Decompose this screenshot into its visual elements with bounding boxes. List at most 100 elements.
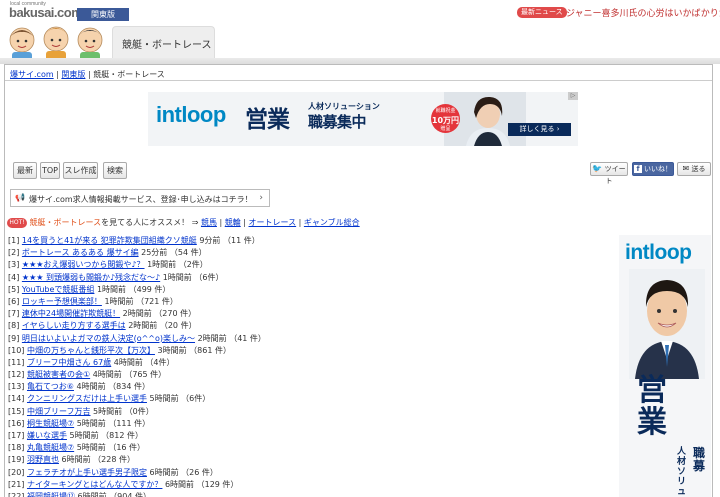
thread-title-link[interactable]: 嫌いな選手 <box>27 431 67 440</box>
thread-list-item: [22] 福岡競艇場⑫ 6時間前 （904 件） <box>8 491 608 497</box>
hot-badge: HOT! <box>7 217 27 228</box>
category-tab[interactable]: 競艇・ボートレース <box>112 26 215 58</box>
thread-title-link[interactable]: 羽野直也 <box>27 455 59 464</box>
thread-number: [19] <box>8 455 25 465</box>
thread-title-link[interactable]: YouTubeで競艇番組 <box>22 285 95 294</box>
region-selector[interactable]: 関東版 <box>77 8 129 21</box>
create-thread-button[interactable]: スレ作成 <box>63 162 98 179</box>
thread-title-link[interactable]: ★★★ 到頭爆弱も閲鍛か♪残念だな～♪ <box>22 273 160 282</box>
thread-updated-time: 4時間前 <box>113 357 143 367</box>
thread-title-link[interactable]: ロッキー予想倶楽部！ <box>22 297 102 306</box>
breadcrumb-current: 競艇・ボートレース <box>93 70 165 79</box>
ad-brand-logo: intloop <box>156 102 226 127</box>
thread-post-count: （861 件） <box>189 345 231 355</box>
thread-post-count: （270 件） <box>154 309 197 319</box>
thread-title-link[interactable]: ブリーフ中畑さん 67歳 <box>27 358 111 367</box>
thread-title-link[interactable]: 丸亀競艇場⑦ <box>27 443 74 452</box>
thread-list-item: [4] ★★★ 到頭爆弱も閲鍛か♪残念だな～♪ 1時間前 （6件） <box>8 272 608 284</box>
thread-number: [14] <box>8 394 25 404</box>
latest-button[interactable]: 最新 <box>13 162 37 179</box>
thread-post-count: （16 件） <box>108 443 146 453</box>
thread-title-link[interactable]: ★★★おえ爆弱いつから閲鍛や♪？ <box>22 260 145 269</box>
thread-list-item: [5] YouTubeで競艇番組 1時間前 （499 件） <box>8 284 608 296</box>
thread-list-item: [7] 連休中24場開催詐欺競艇！ 2時間前 （270 件） <box>8 308 608 320</box>
thread-post-count: （499 件） <box>128 284 171 294</box>
thread-number: [17] <box>8 431 25 440</box>
thread-title-link[interactable]: イヤらしい走り方する選手は <box>22 321 126 330</box>
thread-title-link[interactable]: 桐生競艇場⑦ <box>27 419 74 428</box>
thread-number: [9] <box>8 333 20 343</box>
thread-updated-time: 1時間前 <box>104 296 134 306</box>
ad-details-button[interactable]: 詳しく見る › <box>508 123 571 136</box>
ad-info-icon[interactable]: ▷ <box>568 92 578 100</box>
thread-updated-time: 4時間前 <box>76 382 106 392</box>
thread-title-link[interactable]: 亀石てつお⑥ <box>27 382 74 391</box>
breadcrumb: 爆サイ.com | 関東版 | 競艇・ボートレース <box>10 70 165 79</box>
thread-updated-time: 2時間前 <box>197 333 227 343</box>
ad-headline: 営業 <box>245 107 290 133</box>
thread-number: [1] <box>8 236 20 245</box>
megaphone-icon: 📢 <box>15 193 25 202</box>
thread-updated-time: 4時間前 <box>92 370 122 380</box>
thread-updated-time: 5時間前 <box>76 418 106 428</box>
thread-number: [4] <box>8 272 20 282</box>
banner-ad[interactable]: intloop 営業 人材ソリューション 職募集中 就職祝金 10万円 贈呈 詳… <box>148 92 578 146</box>
thread-number: [21] <box>8 479 25 489</box>
search-button[interactable]: 検索 <box>103 162 127 179</box>
main-content: 爆サイ.com | 関東版 | 競艇・ボートレース intloop 営業 人材ソ… <box>4 64 713 497</box>
thread-post-count: （41 件） <box>229 333 266 343</box>
thread-title-link[interactable]: ナイターキングとはどんな人ですか？ <box>27 480 162 489</box>
thread-updated-time: 1時間前 <box>147 260 177 270</box>
top-button[interactable]: TOP <box>40 162 60 179</box>
thread-title-link[interactable]: 連休中24場開催詐欺競艇！ <box>22 309 120 318</box>
thread-post-count: （812 件） <box>101 431 143 440</box>
thread-title-link[interactable]: 競艇被害者の会① <box>27 370 90 379</box>
sidebar-ad-headline: 営業 <box>637 373 667 440</box>
thread-number: [3] <box>8 260 20 270</box>
thread-list-item: [21] ナイターキングとはどんな人ですか？ 6時間前 （129 件） <box>8 479 608 491</box>
thread-list-item: [16] 桐生競艇場⑦ 5時間前 （111 件） <box>8 418 608 430</box>
recommend-link-keirin[interactable]: 競輪 <box>225 218 241 227</box>
thread-post-count: （228 件） <box>93 455 135 465</box>
tweet-button[interactable]: 🐦 ツイート <box>590 162 628 185</box>
thread-title-link[interactable]: 中畑ブリーフ万吉 <box>27 407 91 416</box>
thread-title-link[interactable]: 14を買うと41が来る 犯罪詐欺集団組織クソ競艇 <box>22 236 197 245</box>
thread-number: [8] <box>8 321 20 331</box>
jobs-service-text: 爆サイ.com求人情報掲載サービス、登録･申し込みはコチラ！ <box>29 195 253 204</box>
breadcrumb-region[interactable]: 関東版 <box>61 70 85 79</box>
twitter-bird-icon: 🐦 <box>592 164 603 173</box>
thread-post-count: （4件） <box>145 357 175 367</box>
thread-updated-time: 5時間前 <box>93 406 123 416</box>
thread-list-item: [15] 中畑ブリーフ万吉 5時間前 （0件） <box>8 406 608 418</box>
thread-updated-time: 2時間前 <box>128 321 158 331</box>
recommend-link-keiba[interactable]: 競馬 <box>201 218 217 227</box>
jobs-service-link[interactable]: 📢 爆サイ.com求人情報掲載サービス、登録･申し込みはコチラ！ › <box>10 189 270 207</box>
news-ticker-link[interactable]: ジャニー喜多川氏の心労はいかばかりか… <box>566 6 720 19</box>
thread-number: [13] <box>8 382 25 392</box>
recommend-link-gamble[interactable]: ギャンブル総合 <box>304 218 360 227</box>
thread-number: [22] <box>8 491 25 497</box>
thread-title-link[interactable]: クンニリングスだけは上手い選手 <box>27 394 147 403</box>
sidebar-ad[interactable]: intloop 営業 人材ソリュ 職募 <box>619 235 711 497</box>
thread-updated-time: 3時間前 <box>157 345 187 355</box>
ad-bonus-suffix: 贈呈 <box>440 126 451 132</box>
send-button[interactable]: ✉ 送る <box>677 162 711 176</box>
sidebar-ad-brand-logo: intloop <box>625 241 692 264</box>
thread-post-count: （6件） <box>194 272 224 282</box>
ad-bonus-badge: 就職祝金 10万円 贈呈 <box>431 104 460 133</box>
thread-updated-time: 2時間前 <box>122 309 152 319</box>
thread-title-link[interactable]: 明日はいよいよガマの鉄人決定(o^^o)楽しみ～ <box>22 334 195 343</box>
breadcrumb-home[interactable]: 爆サイ.com <box>10 70 54 79</box>
thread-post-count: （721 件） <box>136 296 178 306</box>
thread-title-link[interactable]: 福岡競艇場⑫ <box>27 492 75 497</box>
thread-list-item: [8] イヤらしい走り方する選手は 2時間前 （20 件） <box>8 320 608 332</box>
thread-list-item: [13] 亀石てつお⑥ 4時間前 （834 件） <box>8 381 608 393</box>
thread-number: [16] <box>8 418 25 428</box>
thread-list-item: [14] クンニリングスだけは上手い選手 5時間前 （6件） <box>8 393 608 405</box>
recommend-link-autorace[interactable]: オートレース <box>249 218 297 227</box>
site-logo[interactable]: bakusai.com <box>9 5 83 20</box>
thread-title-link[interactable]: 中畑の万ちゃんと銭形平次【万次】 <box>27 346 155 355</box>
thread-title-link[interactable]: ボートレース あるある 爆サイ編 <box>22 248 139 257</box>
facebook-like-button[interactable]: f いいね！ <box>632 162 674 176</box>
thread-title-link[interactable]: フェラチオが上手い選手男子限定 <box>27 468 147 477</box>
